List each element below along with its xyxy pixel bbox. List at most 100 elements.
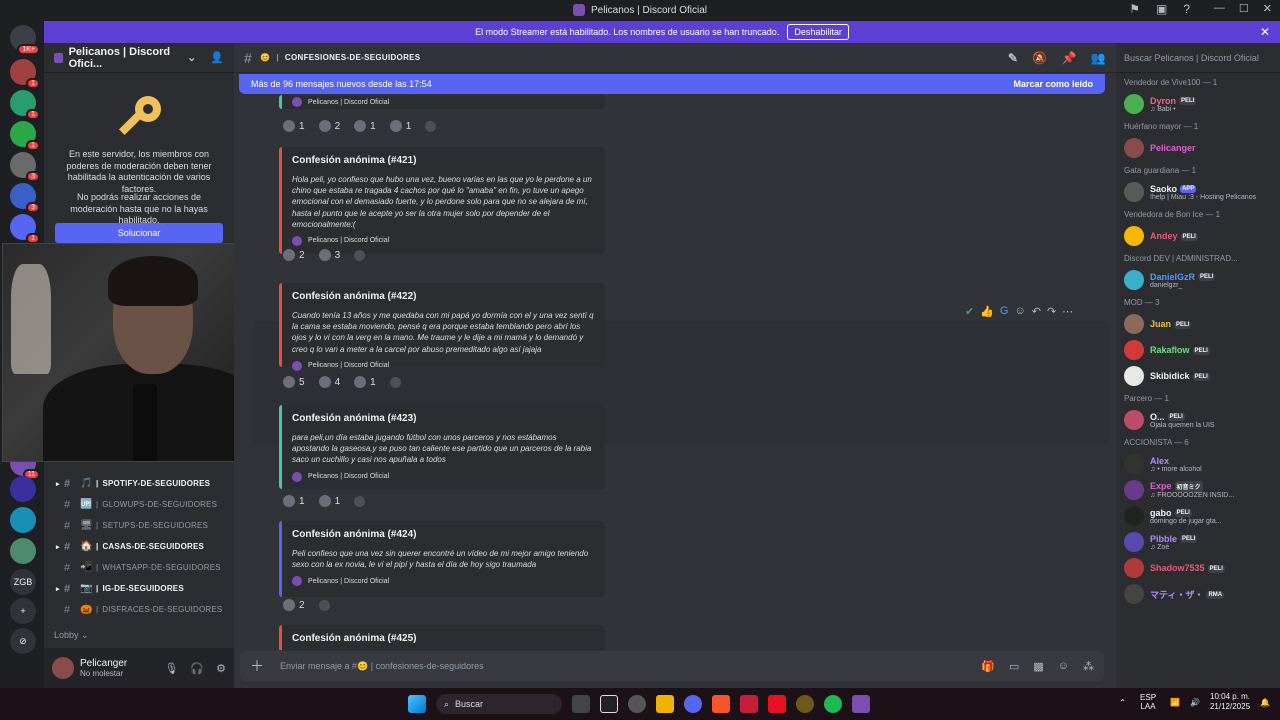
mark-read-button[interactable]: Marcar como leído (1013, 79, 1093, 89)
server-icon[interactable]: 1 (10, 214, 40, 244)
more-icon[interactable]: ⋯ (1062, 305, 1073, 318)
reaction[interactable]: 2 (279, 598, 309, 612)
member-item[interactable]: DanielGzR PELI danielgzr_ (1124, 267, 1272, 293)
add-reaction-button[interactable] (350, 249, 369, 262)
gif-icon[interactable]: ▭ (1009, 660, 1019, 673)
inbox-icon[interactable]: ▣ (1156, 2, 1167, 16)
server-icon[interactable]: ZGB (10, 569, 36, 595)
add-attachment-icon[interactable]: ＋ (250, 656, 264, 676)
reaction[interactable]: 1 (279, 119, 309, 133)
g-icon[interactable]: G (1000, 305, 1009, 318)
channel-item[interactable]: # 📲 | WHATSAPP-DE-SEGUIDORES (44, 557, 234, 578)
help-icon[interactable]: ? (1183, 2, 1190, 16)
sticker-icon[interactable]: ▩ (1033, 660, 1043, 673)
taskbar-search[interactable]: ⌕ Buscar (436, 694, 562, 714)
reaction[interactable]: 2 (315, 119, 345, 133)
settings-icon[interactable]: ⚙ (216, 662, 226, 675)
close-icon[interactable]: ✕ (1263, 2, 1272, 15)
channel-item[interactable]: ▸ # 🏠 | CASAS-DE-SEGUIDORES (44, 536, 234, 557)
channel-item[interactable]: ▸ # 🎵 | SPOTIFY-DE-SEGUIDORES (44, 473, 234, 494)
member-item[interactable]: Shadow7535 PELI (1124, 555, 1272, 581)
server-icon[interactable] (10, 538, 36, 564)
gift-icon[interactable]: 🎁 (981, 660, 995, 673)
member-item[interactable]: Skibidick PELI (1124, 363, 1272, 389)
add-reaction-button[interactable] (350, 495, 369, 508)
server-icon[interactable]: + (10, 598, 36, 624)
members-icon[interactable]: 👥 (1091, 51, 1106, 65)
add-reaction-icon[interactable]: ☺ (1014, 305, 1025, 318)
message-composer[interactable]: ＋ Enviar mensaje a #😊 | confesiones-de-s… (240, 651, 1104, 681)
reaction[interactable]: 4 (315, 375, 345, 389)
server-icon[interactable] (10, 507, 36, 533)
notifications-icon[interactable]: 🔔 (1260, 698, 1270, 707)
server-icon[interactable]: 1 (10, 59, 40, 89)
file-explorer-icon[interactable] (656, 695, 674, 713)
app-icon[interactable] (796, 695, 814, 713)
search-input[interactable]: Buscar Pelicanos | Discord Oficial (1116, 43, 1280, 73)
headphones-icon[interactable]: 🎧 (190, 662, 204, 675)
obs-icon[interactable] (628, 695, 646, 713)
reaction[interactable]: 3 (315, 248, 345, 262)
minimize-icon[interactable]: — (1214, 2, 1225, 15)
member-item[interactable]: Dyron PELI ♫ Babi • (1124, 91, 1272, 117)
task-view-icon[interactable] (572, 695, 590, 713)
brave-icon[interactable] (712, 695, 730, 713)
pin-icon[interactable]: 📌 (1062, 51, 1077, 65)
lang-indicator[interactable]: ESP LAA (1136, 693, 1160, 712)
member-item[interactable]: Pelicanger (1124, 135, 1272, 161)
server-icon[interactable]: 1K+ (10, 25, 40, 55)
pelicanos-icon[interactable] (852, 695, 870, 713)
channel-item[interactable]: ▸ # 📷 | IG-DE-SEGUIDORES (44, 578, 234, 599)
reaction[interactable]: 2 (279, 248, 309, 262)
member-item[interactable]: マティ・ザ・ RMA (1124, 581, 1272, 607)
member-item[interactable]: Juan PELI (1124, 311, 1272, 337)
wifi-icon[interactable]: 📶 (1170, 698, 1180, 707)
add-reaction-button[interactable] (421, 120, 440, 133)
add-reaction-button[interactable] (315, 599, 334, 612)
x-app-icon[interactable] (768, 695, 786, 713)
volume-icon[interactable]: 🔊 (1190, 698, 1200, 707)
server-icon[interactable]: 1 (10, 121, 40, 151)
add-reaction-button[interactable] (386, 376, 405, 389)
reaction[interactable]: 1 (315, 494, 345, 508)
server-icon[interactable]: 3 (10, 152, 40, 182)
tray-chevron-icon[interactable]: ⌃ (1119, 698, 1126, 707)
member-item[interactable]: Saoko APP !help | Miau :3 - Hosting Pelica… (1124, 179, 1272, 205)
member-item[interactable]: Expe 初音ミク ♫ FROOOOOZEN INSID... (1124, 477, 1272, 503)
server-icon[interactable] (10, 476, 36, 502)
spotify-icon[interactable] (824, 695, 842, 713)
avatar[interactable] (52, 657, 74, 679)
member-item[interactable]: O... PELI Ojala quemen la UIS (1124, 407, 1272, 433)
channel-item[interactable]: # 🖥 | SETUPS-DE-SEGUIDORES (44, 515, 234, 536)
reaction[interactable]: 1 (350, 375, 380, 389)
composer-input[interactable]: Enviar mensaje a #😊 | confesiones-de-seg… (280, 661, 484, 672)
discord-icon[interactable] (684, 695, 702, 713)
chevron-down-icon[interactable]: ⌄ (187, 51, 196, 64)
mute-icon[interactable]: 🔕 (1032, 51, 1047, 65)
member-item[interactable]: Pibble PELI ♫ Zoé (1124, 529, 1272, 555)
member-item[interactable]: gabo PELI domingo de jugar gta... (1124, 503, 1272, 529)
lobby-category[interactable]: Lobby ⌄ (54, 630, 89, 641)
maximize-icon[interactable]: ☐ (1239, 2, 1249, 15)
reaction[interactable]: 1 (350, 119, 380, 133)
member-item[interactable]: Rakaflow PELI (1124, 337, 1272, 363)
clock-time[interactable]: 10:04 p. m. (1210, 692, 1250, 702)
reaction[interactable]: 5 (279, 375, 309, 389)
flag-icon[interactable]: ⚑ (1129, 2, 1140, 16)
thumbs-up-icon[interactable]: 👍 (980, 305, 994, 318)
reaction[interactable]: 1 (279, 494, 309, 508)
meter-icon[interactable] (740, 695, 758, 713)
server-header[interactable]: Pelicanos | Discord Ofici... ⌄ 👤 (44, 43, 234, 73)
server-icon[interactable]: 3 (10, 183, 40, 213)
mic-icon[interactable]: 🎙 (164, 662, 178, 675)
member-item[interactable]: Alex ♫ • more alcohol (1124, 451, 1272, 477)
member-item[interactable]: Andey PELI (1124, 223, 1272, 249)
threads-icon[interactable]: ✎ (1008, 51, 1018, 65)
new-messages-bar[interactable]: Más de 96 mensajes nuevos desde las 17:5… (239, 74, 1105, 94)
reply-icon[interactable]: ↶ (1032, 305, 1041, 318)
close-banner-icon[interactable]: ✕ (1260, 25, 1270, 39)
disable-streamer-button[interactable]: Deshabilitar (787, 24, 849, 40)
channel-item[interactable]: # 🎃 | DISFRACES-DE-SEGUIDORES (44, 599, 234, 620)
reaction[interactable]: 1 (386, 119, 416, 133)
server-icon[interactable]: 1 (10, 90, 40, 120)
